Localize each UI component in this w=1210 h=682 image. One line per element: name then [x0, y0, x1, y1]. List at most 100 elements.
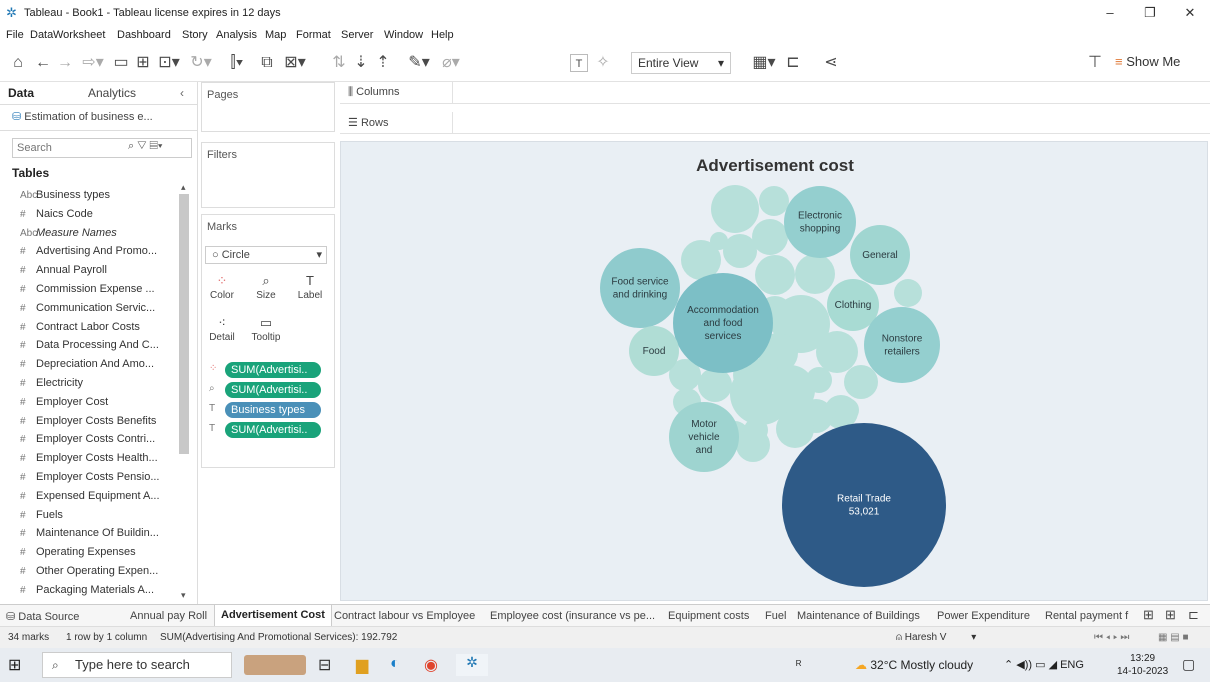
field-item[interactable]: # Employer Costs Contri... [20, 430, 178, 449]
tab-analytics[interactable]: Analytics [88, 86, 136, 100]
bubble-mark[interactable] [752, 219, 788, 255]
field-item[interactable]: # Packaging Materials A... [20, 581, 178, 600]
weather-widget[interactable]: ☁ 32°C Mostly cloudy [855, 658, 973, 672]
scroll-up-icon[interactable]: ▴ [181, 182, 186, 193]
menu-window[interactable]: Window [384, 29, 423, 41]
home-icon[interactable]: ⌂ [8, 54, 28, 72]
clear-sheet-icon[interactable]: ⊠▾ [280, 54, 310, 72]
field-item[interactable]: # Depreciation And Amo... [20, 355, 178, 374]
tab-employee-cost[interactable]: Employee cost (insurance vs pe... [490, 610, 655, 622]
field-item[interactable]: # Annual Payroll [20, 261, 178, 280]
field-item[interactable]: # Employer Cost [20, 393, 178, 412]
field-item[interactable]: # Other Operating Expen... [20, 562, 178, 581]
field-item[interactable]: # Employer Costs Health... [20, 449, 178, 468]
fit-select[interactable]: Entire View ▾ [631, 52, 731, 74]
menu-format[interactable]: Format [296, 29, 331, 41]
sort-descending-icon[interactable]: ⇡ [374, 54, 392, 72]
bubble-mark[interactable] [711, 185, 759, 233]
highlight-icon[interactable]: ✎▾ [404, 54, 434, 72]
sort-ascending-icon[interactable]: ⇣ [352, 54, 370, 72]
tab-data[interactable]: Data [8, 86, 34, 100]
presentation-mode-icon[interactable]: ⊏ [784, 54, 802, 72]
menu-dashboard[interactable]: Dashboard [117, 29, 171, 41]
scroll-down-icon[interactable]: ▾ [181, 590, 186, 601]
rows-shelf[interactable]: ☰ Rows [340, 112, 1210, 134]
field-item[interactable]: # Contract Labor Costs [20, 318, 178, 337]
detail-button[interactable]: ⁖ Detail [205, 314, 239, 350]
bubble-mark[interactable] [795, 254, 835, 294]
close-button[interactable]: ✕ [1172, 2, 1208, 24]
tab-rental-payment[interactable]: Rental payment f [1045, 610, 1137, 622]
field-item[interactable]: # Maintenance Of Buildin... [20, 524, 178, 543]
scrollbar[interactable] [179, 194, 189, 454]
size-pill[interactable]: SUM(Advertisi.. [225, 382, 321, 398]
windows-start-icon[interactable]: ⊞ [8, 655, 21, 675]
search-icon[interactable]: ⌕ ▽ ▤▾ [128, 140, 163, 153]
menu-server[interactable]: Server [341, 29, 373, 41]
menu-help[interactable]: Help [431, 29, 454, 41]
swap-chart-icon[interactable]: ⫿▾ [222, 54, 252, 72]
task-view-icon[interactable]: ⊟ [318, 655, 331, 675]
ask-data-icon[interactable]: ⊤ [1086, 54, 1104, 72]
duplicate-sheet-icon[interactable]: ⧉ [258, 54, 276, 72]
tab-power-expenditure[interactable]: Power Expenditure [937, 610, 1030, 622]
bubble-mark[interactable] [844, 365, 878, 399]
tab-data-source[interactable]: ⛁ Data Source [6, 610, 79, 623]
color-pill[interactable]: SUM(Advertisi.. [225, 362, 321, 378]
data-source-item[interactable]: ⛁ Estimation of business e... [12, 110, 153, 123]
label-button[interactable]: T Label [293, 272, 327, 308]
pin-icon[interactable]: ✧ [594, 54, 612, 72]
new-dashboard-icon[interactable]: ⊞ [1165, 607, 1176, 623]
show-me-button[interactable]: ≡ Show Me [1115, 54, 1180, 69]
label-pill[interactable]: Business types [225, 402, 321, 418]
people-icon[interactable]: ᴿ [796, 658, 801, 672]
system-tray[interactable]: ⌃ ◀)) ▭ ◢ ENG [1004, 658, 1084, 671]
new-datasource-icon[interactable]: ⊞ [134, 54, 152, 72]
show-labels-icon[interactable]: T [570, 54, 588, 72]
bubble-mark[interactable] [782, 423, 946, 587]
search-highlight-image[interactable] [244, 655, 306, 675]
field-item[interactable]: # Communication Servic... [20, 299, 178, 318]
size-button[interactable]: ⌕ Size [249, 272, 283, 308]
new-story-icon[interactable]: ⊏ [1188, 607, 1199, 623]
bubble-mark[interactable] [755, 255, 795, 295]
menu-story[interactable]: Story [182, 29, 208, 41]
tab-contract-labour[interactable]: Contract labour vs Employee [334, 610, 475, 622]
user-menu[interactable]: ⍝ Haresh V ▾ [896, 632, 976, 643]
clock[interactable]: 13:29 14-10-2023 [1117, 652, 1168, 678]
group-icon[interactable]: ⌀▾ [436, 54, 466, 72]
sheet-navigation-icon[interactable]: ⏮ ◂ ▸ ⏭ [1094, 632, 1129, 643]
refresh-icon[interactable]: ↻▾ [186, 54, 216, 72]
menu-worksheet[interactable]: Worksheet [53, 29, 105, 41]
view-toggle-icon[interactable]: ▦ ▤ ■ [1158, 632, 1189, 643]
bubble-mark[interactable] [835, 398, 859, 422]
bubble-mark[interactable] [864, 307, 940, 383]
pages-card[interactable]: Pages [201, 82, 335, 132]
notifications-icon[interactable]: ▢ [1182, 656, 1195, 673]
menu-file[interactable]: File [6, 29, 24, 41]
bubble-mark[interactable] [600, 248, 680, 328]
save-icon[interactable]: ▭ [112, 54, 130, 72]
field-item[interactable]: # Operating Expenses [20, 543, 178, 562]
chrome-icon[interactable]: ◉ [424, 655, 438, 675]
tab-maintenance[interactable]: Maintenance of Buildings [797, 610, 920, 622]
back-icon[interactable]: ← [34, 54, 52, 72]
minimize-button[interactable]: – [1092, 2, 1128, 24]
menu-analysis[interactable]: Analysis [216, 29, 257, 41]
tooltip-button[interactable]: ▭ Tooltip [249, 314, 283, 350]
label-pill[interactable]: SUM(Advertisi.. [225, 422, 321, 438]
field-item[interactable]: AbcBusiness types [20, 186, 178, 205]
tab-equipment-costs[interactable]: Equipment costs [668, 610, 749, 622]
share-icon[interactable]: ⋖ [822, 54, 840, 72]
bubble-mark[interactable] [744, 418, 768, 442]
taskbar-search[interactable]: Type here to search [42, 652, 232, 678]
filters-card[interactable]: Filters [201, 142, 335, 208]
show-cards-icon[interactable]: ▦▾ [746, 54, 782, 72]
tab-fuel[interactable]: Fuel [765, 610, 786, 622]
columns-shelf[interactable]: ⫼ Columns [340, 82, 1210, 104]
color-button[interactable]: ⁘ Color [205, 272, 239, 308]
bubble-mark[interactable] [759, 186, 789, 216]
field-item[interactable]: # Expensed Equipment A... [20, 487, 178, 506]
tab-advertisement-cost[interactable]: Advertisement Cost [214, 605, 332, 627]
menu-map[interactable]: Map [265, 29, 286, 41]
